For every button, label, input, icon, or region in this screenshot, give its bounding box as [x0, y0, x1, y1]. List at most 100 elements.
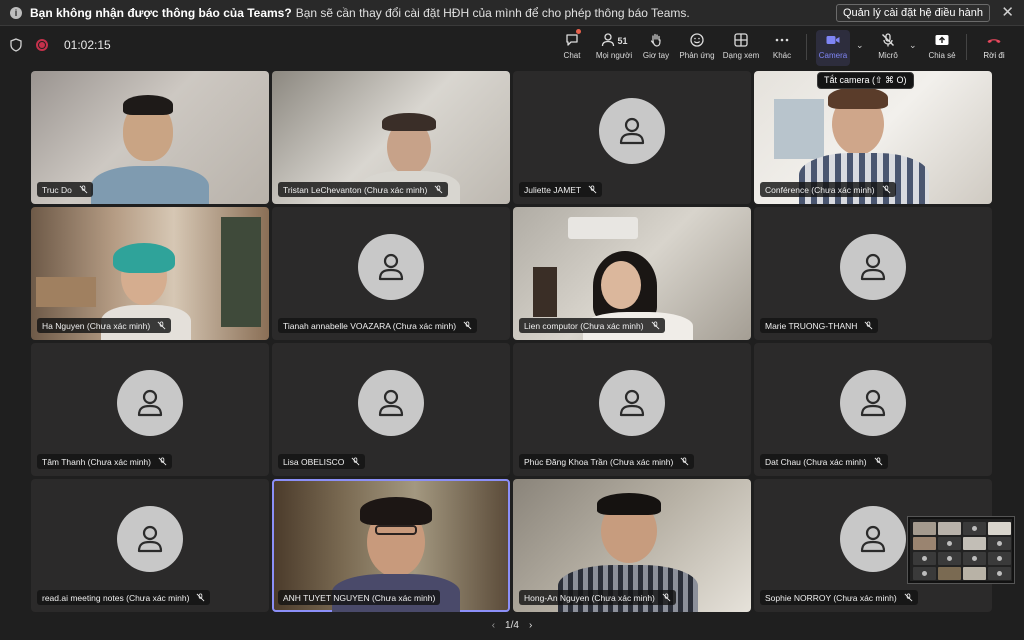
participant-tile-active-speaker[interactable]: ANH TUYET NGUYEN (Chưa xác minh) [272, 479, 510, 612]
participant-name: read.ai meeting notes (Chưa xác minh) [42, 592, 190, 603]
participant-tile[interactable]: Conférence (Chưa xác minh) [754, 71, 992, 204]
participant-name-tag: ANH TUYET NGUYEN (Chưa xác minh) [278, 590, 441, 605]
people-button[interactable]: 51 Mọi người [596, 30, 632, 66]
participant-tile[interactable]: Tâm Thanh (Chưa xác minh) [31, 343, 269, 476]
participant-name: Tianah annabelle VOAZARA (Chưa xác minh) [283, 320, 457, 331]
person-icon [378, 253, 404, 280]
thumbnail-tile [963, 552, 986, 565]
avatar [117, 505, 183, 572]
mic-muted-icon [874, 457, 883, 466]
shield-icon[interactable] [10, 38, 22, 52]
camera-tooltip: Tắt camera (⇧ ⌘ O) [817, 72, 914, 89]
participant-tile[interactable]: read.ai meeting notes (Chưa xác minh) [31, 479, 269, 612]
previous-page-icon[interactable]: ‹ [492, 620, 495, 631]
thumbnail-tile [963, 522, 986, 535]
participant-name-tag: Lisa OBELISCO [278, 454, 366, 469]
next-page-icon[interactable]: › [529, 620, 532, 631]
participant-tile[interactable]: Ha Nguyen (Chưa xác minh) [31, 207, 269, 340]
raise-hand-button[interactable]: Giơ tay [642, 30, 670, 66]
participant-tile[interactable]: Tianah annabelle VOAZARA (Chưa xác minh) [272, 207, 510, 340]
participant-tile[interactable]: Dat Chau (Chưa xác minh) [754, 343, 992, 476]
react-button[interactable]: Phản ứng [679, 30, 715, 66]
more-button[interactable]: Khác [771, 30, 793, 66]
participant-name: Lisa OBELISCO [283, 456, 345, 467]
mic-muted-icon [588, 185, 597, 194]
participant-name: Tâm Thanh (Chưa xác minh) [42, 456, 151, 467]
chat-button[interactable]: Chat [561, 30, 583, 66]
more-icon [775, 38, 789, 42]
view-button[interactable]: Dạng xem [722, 30, 760, 66]
avatar [840, 369, 906, 436]
person-glasses [375, 525, 417, 535]
person-hair [828, 87, 888, 109]
person-icon [619, 117, 645, 144]
leave-button[interactable]: Rời đi [980, 30, 1008, 66]
participant-name-tag: Juliette JAMET [519, 182, 603, 197]
mic-muted-icon [882, 185, 891, 194]
mic-muted-icon [79, 185, 88, 194]
chat-notification-dot [576, 29, 581, 34]
mic-muted-icon [352, 457, 360, 466]
share-label: Chia sẻ [928, 51, 956, 60]
participant-name: Phúc Đăng Khoa Trần (Chưa xác minh) [524, 456, 674, 467]
participant-name: Sophie NORROY (Chưa xác minh) [765, 592, 897, 603]
smiley-icon [690, 33, 704, 47]
participant-name: Lien computor (Chưa xác minh) [524, 320, 644, 331]
self-view-thumbnail[interactable] [908, 517, 1014, 583]
participant-name-tag: Hong-An Nguyen (Chưa xác minh) [519, 590, 676, 605]
manage-os-settings-button[interactable]: Quản lý cài đặt hệ điều hành [835, 4, 990, 22]
mic-muted-icon [904, 593, 913, 602]
participant-tile[interactable]: Tristan LeChevanton (Chưa xác minh) [272, 71, 510, 204]
camera-icon [826, 36, 840, 44]
thumbnail-tile [913, 567, 936, 580]
participant-tile[interactable]: Truc Do [31, 71, 269, 204]
participant-tile[interactable]: Lisa OBELISCO [272, 343, 510, 476]
participant-name-tag: Dat Chau (Chưa xác minh) [760, 454, 888, 469]
mic-options-chevron-icon[interactable]: ⌄ [909, 40, 917, 51]
person-hair [597, 493, 661, 515]
share-button[interactable]: Chia sẻ [926, 30, 958, 66]
banner-message: Bạn sẽ cần thay đổi cài đặt HĐH của mình… [295, 5, 690, 20]
close-icon[interactable]: ✕ [1001, 4, 1014, 22]
participant-tile[interactable]: Phúc Đăng Khoa Trần (Chưa xác minh) [513, 343, 751, 476]
more-label: Khác [772, 51, 792, 60]
camera-label: Camera [818, 51, 848, 60]
people-icon [602, 33, 615, 47]
thumbnail-tile [963, 537, 986, 550]
gallery-pagination: ‹ 1/4 › [0, 616, 1024, 634]
participant-tile[interactable]: Hong-An Nguyen (Chưa xác minh) [513, 479, 751, 612]
mic-muted-icon [157, 321, 166, 330]
room-furniture [36, 277, 96, 307]
mic-button[interactable]: Micrô [875, 30, 901, 66]
participant-name: Juliette JAMET [524, 184, 582, 195]
camera-button[interactable]: Camera [816, 30, 850, 66]
banner-title: Bạn không nhận được thông báo của Teams? [30, 5, 292, 20]
window-background [774, 99, 824, 159]
participant-name: Tristan LeChevanton (Chưa xác minh) [283, 184, 428, 195]
grid-view-icon [734, 33, 748, 47]
participant-tile[interactable]: Lien computor (Chưa xác minh) [513, 207, 751, 340]
camera-options-chevron-icon[interactable]: ⌄ [856, 40, 864, 51]
raise-hand-label: Giơ tay [642, 51, 670, 60]
avatar [117, 369, 183, 436]
meeting-toolbar: 01:02:15 Chat 51 Mọi người Giơ tay Phản … [0, 26, 1024, 68]
participant-name-tag: Marie TRUONG-THANH [760, 318, 879, 333]
thumbnail-tile [988, 552, 1011, 565]
mic-muted-icon [864, 321, 873, 330]
person-hair [113, 243, 175, 273]
participant-name: Marie TRUONG-THANH [765, 320, 858, 331]
air-conditioner [568, 217, 638, 239]
avatar [358, 233, 424, 300]
notification-banner: i Bạn không nhận được thông báo của Team… [0, 0, 1024, 26]
participant-name: Hong-An Nguyen (Chưa xác minh) [524, 592, 655, 603]
participant-name: Conférence (Chưa xác minh) [765, 184, 875, 195]
recording-icon [36, 39, 48, 51]
participant-name-tag: Lien computor (Chưa xác minh) [519, 318, 665, 333]
participant-tile[interactable]: Marie TRUONG-THANH [754, 207, 992, 340]
avatar [599, 369, 665, 436]
thumbnail-tile [938, 552, 961, 565]
participant-tile[interactable]: Juliette JAMET [513, 71, 751, 204]
participant-name-tag: Tâm Thanh (Chưa xác minh) [37, 454, 172, 469]
person-hair [360, 497, 432, 525]
person-hair [123, 95, 173, 115]
